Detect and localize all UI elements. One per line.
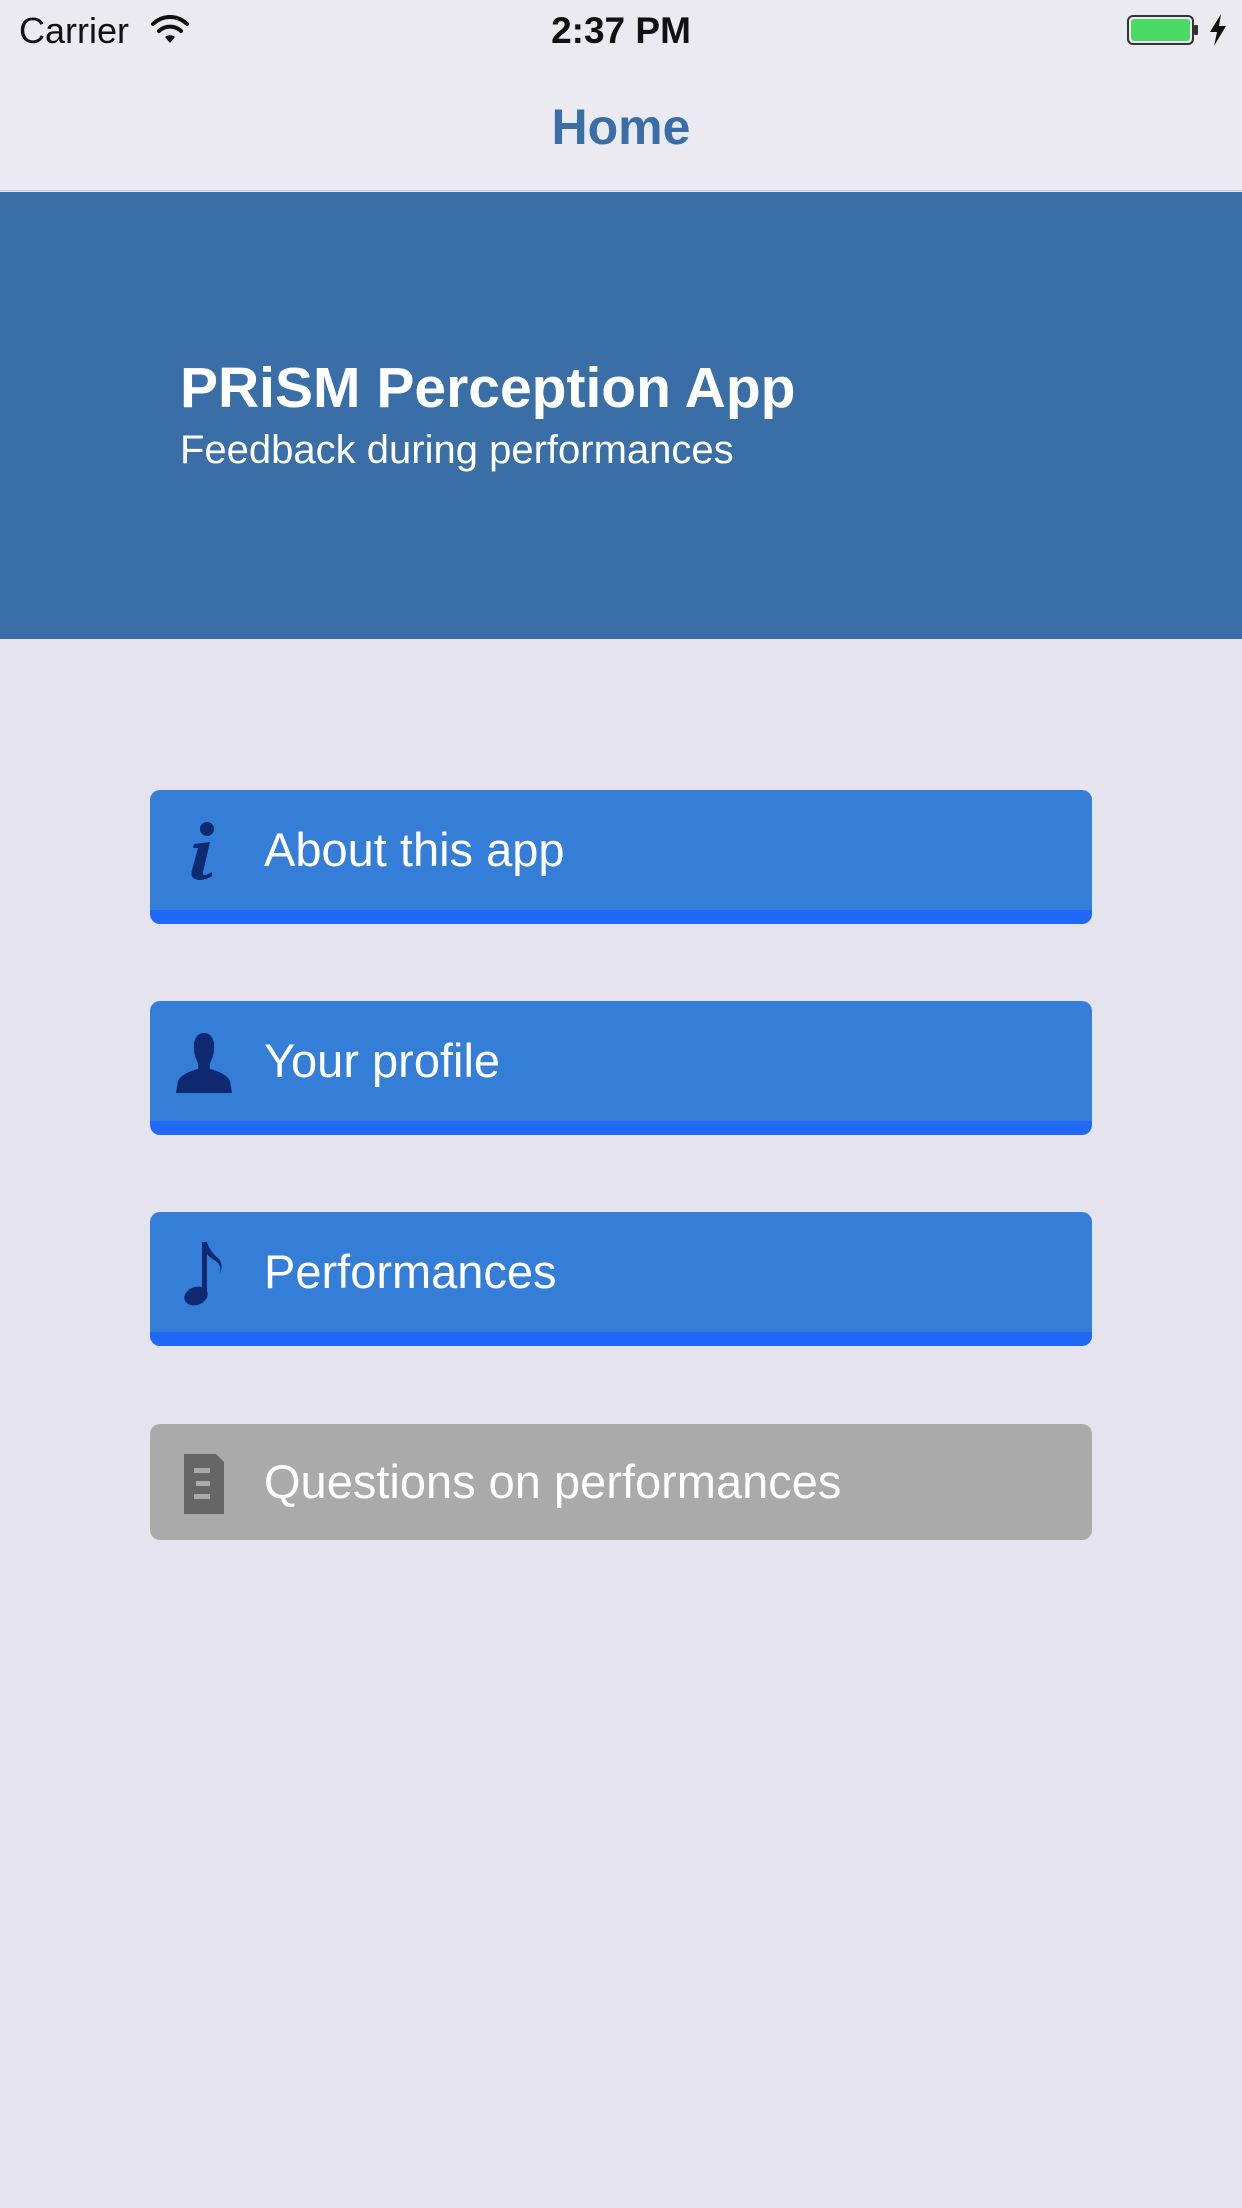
questions-button[interactable]: Questions on performances [150, 1424, 1092, 1540]
app-title: PRiSM Perception App [180, 356, 796, 420]
questions-label: Questions on performances [264, 1455, 842, 1508]
performances-label: Performances [264, 1245, 557, 1298]
about-app-label: About this app [264, 823, 565, 876]
performances-button[interactable]: Performances [150, 1212, 1092, 1346]
your-profile-button[interactable]: Your profile [150, 1001, 1092, 1135]
navigation-bar: Home [0, 60, 1242, 191]
about-app-button[interactable]: About this app [150, 790, 1092, 924]
status-time: 2:37 PM [551, 10, 691, 51]
your-profile-label: Your profile [264, 1034, 501, 1087]
document-icon [184, 1454, 224, 1514]
home-screen: Carrier 2:37 PM Home PRiSM Perception Ap… [0, 0, 1242, 2208]
page-title: Home [551, 99, 691, 155]
music-note-icon [184, 1242, 222, 1306]
battery-icon [1127, 15, 1198, 45]
charging-bolt-icon [1210, 14, 1226, 46]
app-header-banner: PRiSM Perception App Feedback during per… [0, 192, 1242, 639]
person-icon [176, 1033, 232, 1093]
app-subtitle: Feedback during performances [180, 428, 734, 472]
status-bar: Carrier 2:37 PM [0, 0, 1242, 60]
info-icon [191, 822, 214, 880]
